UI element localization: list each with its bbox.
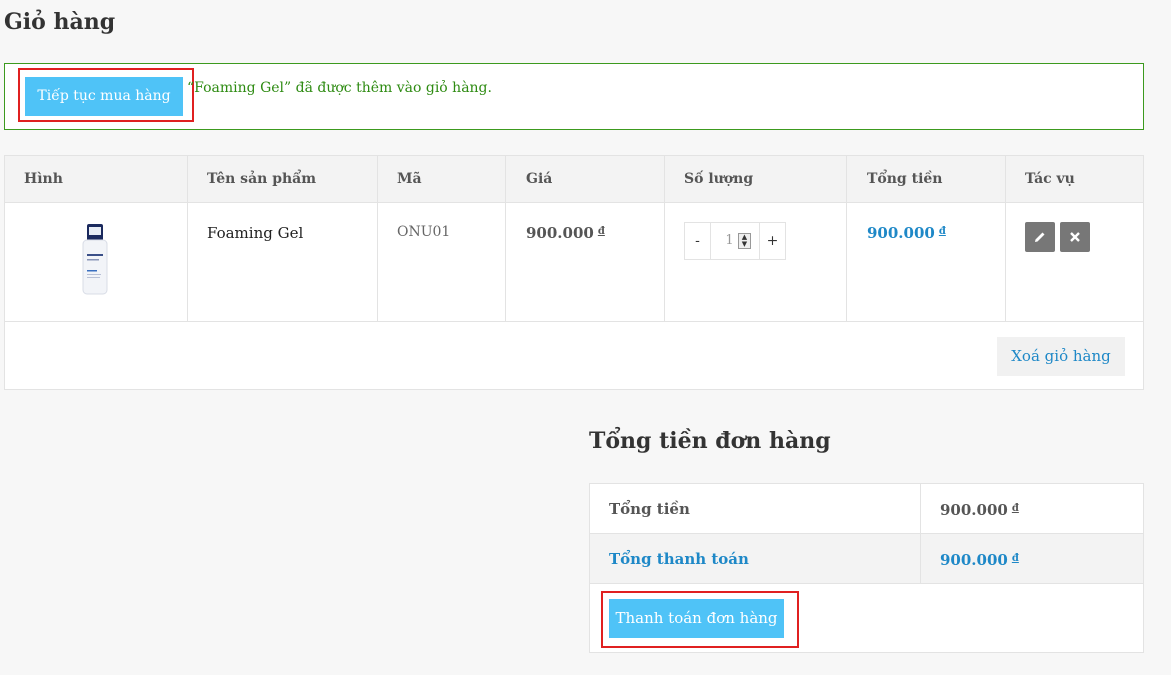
product-name[interactable]: Foaming Gel — [207, 224, 303, 242]
subtotal-value: 900.000 đ — [940, 484, 1019, 535]
cart-table: Hình Tên sản phẩm Mã Giá Số lượng Tổng t… — [4, 155, 1144, 390]
currency-symbol: đ — [1011, 503, 1019, 514]
header-actions: Tác vụ — [1025, 171, 1075, 187]
grand-total-row: Tổng thanh toán 900.000 đ — [590, 534, 1143, 584]
column-divider — [187, 156, 188, 322]
total-amount: 900.000 — [867, 224, 935, 242]
spinner-arrows-icon[interactable]: ▲ ▼ — [738, 233, 751, 249]
checkout-button[interactable]: Thanh toán đơn hàng — [609, 599, 784, 638]
header-total: Tổng tiền — [867, 171, 943, 187]
remove-item-button[interactable] — [1060, 222, 1090, 252]
edit-item-button[interactable] — [1025, 222, 1055, 252]
order-totals-title: Tổng tiền đơn hàng — [589, 428, 831, 454]
quantity-stepper: - 1 ▲ ▼ + — [684, 222, 786, 260]
column-divider — [920, 484, 921, 533]
notice-message: “Foaming Gel” đã được thêm vào giỏ hàng. — [187, 80, 492, 96]
product-line-total: 900.000 đ — [867, 224, 946, 242]
product-bottle-icon[interactable] — [81, 224, 109, 296]
row-divider — [5, 321, 1143, 322]
header-image: Hình — [24, 171, 63, 187]
column-divider — [505, 156, 506, 322]
header-sku: Mã — [397, 171, 422, 187]
currency-symbol: đ — [1011, 553, 1019, 564]
success-notice: Tiếp tục mua hàng “Foaming Gel” đã được … — [4, 63, 1144, 130]
grand-total-label: Tổng thanh toán — [609, 550, 749, 568]
subtotal-label: Tổng tiền — [609, 500, 690, 518]
currency-symbol: đ — [938, 226, 946, 237]
qty-increase-button[interactable]: + — [759, 223, 785, 259]
qty-decrease-button[interactable]: - — [685, 223, 711, 259]
subtotal-amount: 900.000 — [940, 501, 1008, 519]
grand-total-amount: 900.000 — [940, 551, 1008, 569]
continue-shopping-button[interactable]: Tiếp tục mua hàng — [25, 77, 183, 116]
column-divider — [846, 156, 847, 322]
order-totals-table: Tổng tiền 900.000 đ Tổng thanh toán 900.0… — [589, 483, 1144, 653]
quantity-input[interactable]: 1 — [712, 223, 759, 259]
subtotal-row: Tổng tiền 900.000 đ — [590, 484, 1143, 534]
column-divider — [1005, 156, 1006, 322]
pencil-icon — [1035, 232, 1045, 242]
column-divider — [920, 534, 921, 583]
column-divider — [664, 156, 665, 322]
header-quantity: Số lượng — [684, 171, 754, 187]
cart-table-header: Hình Tên sản phẩm Mã Giá Số lượng Tổng t… — [5, 156, 1143, 203]
grand-total-value: 900.000 đ — [940, 534, 1019, 585]
header-product-name: Tên sản phẩm — [207, 171, 317, 187]
clear-cart-button[interactable]: Xoá giỏ hàng — [997, 337, 1125, 376]
product-price: 900.000 đ — [526, 224, 605, 242]
header-price: Giá — [526, 171, 553, 187]
close-icon — [1070, 232, 1080, 242]
product-sku: ONU01 — [397, 224, 451, 240]
column-divider — [377, 156, 378, 322]
currency-symbol: đ — [597, 226, 605, 237]
page-title: Giỏ hàng — [4, 9, 116, 35]
price-amount: 900.000 — [526, 224, 594, 242]
